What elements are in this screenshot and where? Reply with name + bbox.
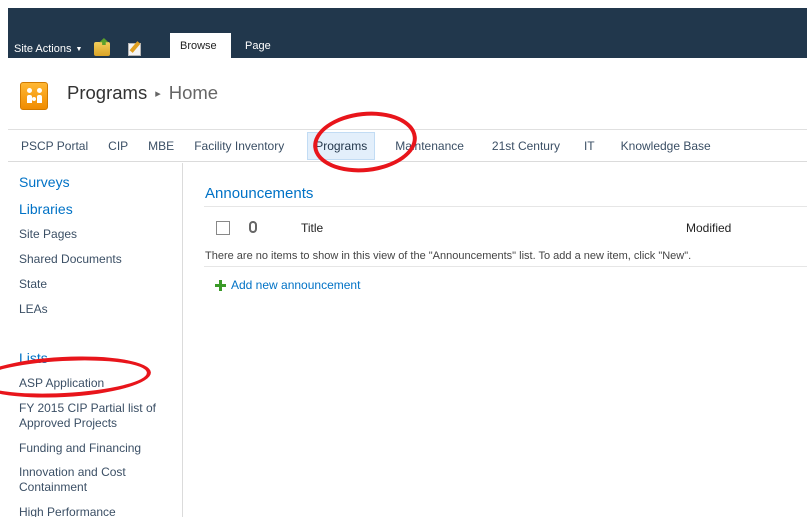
column-header-modified[interactable]: Modified <box>686 221 731 235</box>
title-area: Programs ▸ Home <box>8 58 807 129</box>
site-actions-menu[interactable]: Site Actions ▼ <box>14 43 82 55</box>
site-actions-label: Site Actions <box>14 43 72 55</box>
breadcrumb-site-link[interactable]: Programs <box>67 82 147 104</box>
quick-launch: Surveys Libraries Site Pages Shared Docu… <box>8 163 183 517</box>
quick-launch-item-shared-documents[interactable]: Shared Documents <box>19 252 179 267</box>
quick-launch-item-innovation[interactable]: Innovation and Cost Containment <box>19 465 179 495</box>
plus-icon <box>215 279 226 291</box>
page-title: Home <box>168 82 219 103</box>
tab-page[interactable]: Page <box>235 33 281 58</box>
breadcrumb-separator-icon: ▸ <box>155 87 161 100</box>
attachment-icon <box>249 221 257 233</box>
tab-browse[interactable]: Browse <box>170 33 231 58</box>
nav-item-knowledge-base[interactable]: Knowledge Base <box>613 132 719 160</box>
ribbon-actions: Site Actions ▼ <box>14 40 142 58</box>
nav-item-maintenance[interactable]: Maintenance <box>387 132 472 160</box>
nav-item-it[interactable]: IT <box>576 132 603 160</box>
row-divider <box>204 266 807 267</box>
nav-item-programs[interactable]: Programs <box>307 131 376 160</box>
add-new-announcement-label: Add new announcement <box>231 278 361 292</box>
nav-item-facility-inventory[interactable]: Facility Inventory <box>186 132 303 160</box>
quick-launch-item-leas[interactable]: LEAs <box>19 302 179 317</box>
edit-page-icon[interactable] <box>128 42 142 56</box>
nav-item-21st-century[interactable]: 21st Century <box>484 132 568 160</box>
quick-launch-item-high-performance[interactable]: High Performance <box>19 505 179 517</box>
navigate-up-icon[interactable] <box>94 42 111 56</box>
main-content: Announcements Title Modified There are n… <box>184 163 807 517</box>
top-navigation: PSCP Portal CIP MBE Facility Inventory P… <box>8 129 807 162</box>
tab-page-label: Page <box>245 40 271 52</box>
ribbon-bar: Site Actions ▼ <box>8 8 807 58</box>
chevron-down-icon: ▼ <box>75 45 83 53</box>
select-all-checkbox[interactable] <box>216 221 230 235</box>
nav-item-cip[interactable]: CIP <box>100 132 136 160</box>
tab-browse-label: Browse <box>180 40 217 52</box>
quick-launch-item-funding-and-financing[interactable]: Funding and Financing <box>19 441 179 456</box>
add-new-announcement-link[interactable]: Add new announcement <box>215 278 360 292</box>
site-logo-icon[interactable] <box>20 82 48 110</box>
nav-item-pscp-portal[interactable]: PSCP Portal <box>13 132 96 160</box>
quick-launch-item-asp-application[interactable]: ASP Application <box>19 376 179 391</box>
list-header: Title Modified <box>204 206 807 235</box>
empty-list-message: There are no items to show in this view … <box>205 250 692 262</box>
quick-launch-item-site-pages[interactable]: Site Pages <box>19 227 179 242</box>
quick-launch-item-fy2015-cip[interactable]: FY 2015 CIP Partial list of Approved Pro… <box>19 401 179 431</box>
quick-launch-item-state[interactable]: State <box>19 277 179 292</box>
quick-launch-libraries[interactable]: Libraries <box>19 201 73 217</box>
column-header-title[interactable]: Title <box>301 221 323 235</box>
announcements-title[interactable]: Announcements <box>205 185 313 202</box>
quick-launch-surveys[interactable]: Surveys <box>19 174 70 190</box>
nav-item-mbe[interactable]: MBE <box>140 132 182 160</box>
breadcrumb: Programs ▸ Home <box>67 82 218 104</box>
quick-launch-lists[interactable]: Lists <box>19 350 48 366</box>
